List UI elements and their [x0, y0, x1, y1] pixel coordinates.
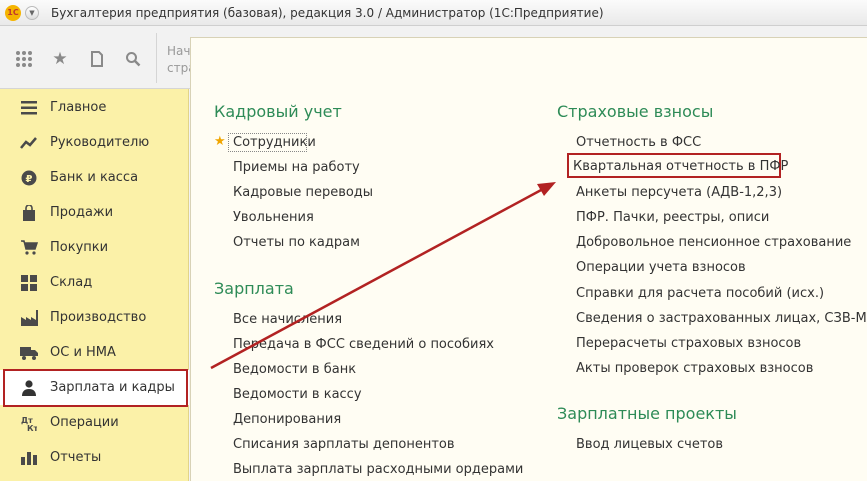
annotation-arrow [210, 182, 556, 370]
arrow-shaft [210, 187, 544, 370]
arrow-head [537, 182, 556, 196]
